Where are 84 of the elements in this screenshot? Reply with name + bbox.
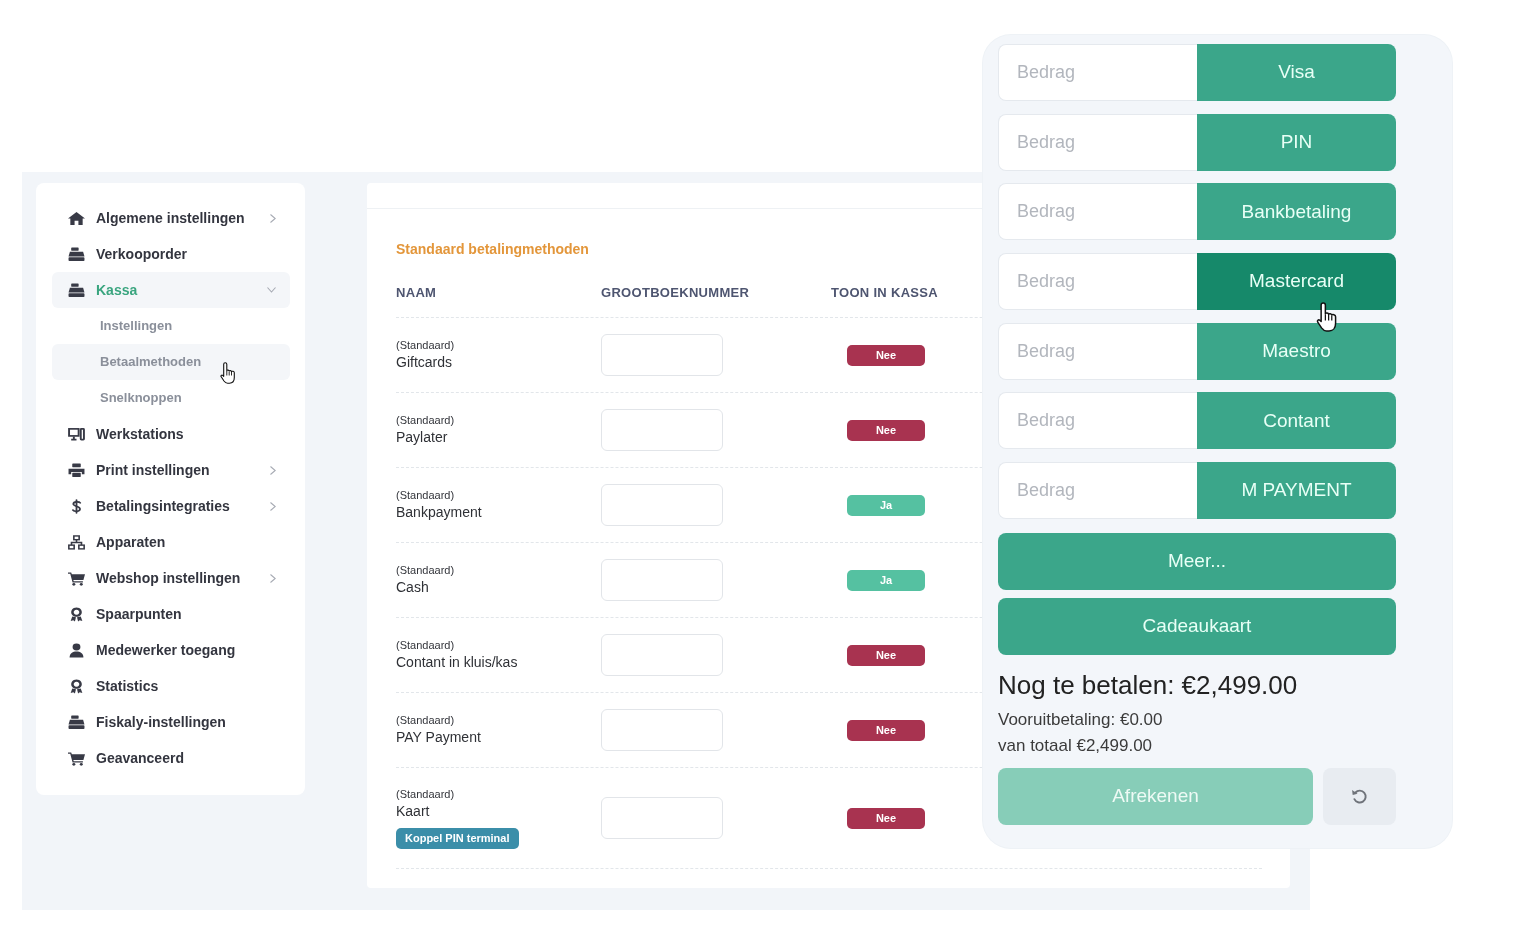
- sidebar-item[interactable]: Verkooporder: [52, 236, 290, 272]
- status-badge: Nee: [847, 344, 925, 366]
- sidebar-item[interactable]: Fiskaly-instellingen: [52, 704, 290, 740]
- sidebar-subitem[interactable]: Snelknoppen: [52, 380, 290, 416]
- sidebar-item[interactable]: Statistics: [52, 668, 290, 704]
- sidebar-item[interactable]: Werkstations: [52, 416, 290, 452]
- cart-icon: [68, 570, 85, 586]
- status-badge: Nee: [847, 644, 925, 666]
- user-icon: [68, 642, 85, 658]
- amount-due-text: Nog te betalen: €2,499.00: [998, 669, 1298, 702]
- status-badge: Ja: [847, 494, 925, 516]
- circular-arrow-icon: [1350, 788, 1369, 806]
- sidebar-item[interactable]: Algemene instellingen: [52, 200, 290, 236]
- monitor-icon: [68, 426, 85, 442]
- status-badge: Ja: [847, 569, 925, 591]
- total-text: van totaal €2,499.00: [998, 735, 1153, 758]
- payment-method-button[interactable]: Mastercard: [1197, 253, 1396, 311]
- payment-method-button[interactable]: Bankbetaling: [1197, 183, 1396, 241]
- sidebar-item[interactable]: Apparaten: [52, 524, 290, 560]
- column-header: TOON IN KASSA: [831, 284, 938, 300]
- sidebar-item[interactable]: Betalingsintegraties: [52, 488, 290, 524]
- method-name: PAY Payment: [396, 728, 481, 747]
- status-badge: Nee: [847, 419, 925, 441]
- more-button[interactable]: Meer...: [998, 533, 1396, 591]
- default-label: (Standaard): [396, 563, 455, 577]
- cash-register-icon: [68, 282, 85, 298]
- payment-method-button[interactable]: Contant: [1197, 392, 1396, 450]
- status-badge: Nee: [847, 719, 925, 741]
- ledger-input[interactable]: [601, 797, 723, 839]
- sidebar-item[interactable]: Geavanceerd: [52, 740, 290, 776]
- hand-cursor-icon: [220, 362, 236, 384]
- giftcard-button[interactable]: Cadeaukaart: [998, 598, 1396, 656]
- payment-method-button[interactable]: PIN: [1197, 113, 1396, 171]
- amount-input[interactable]: Bedrag: [998, 253, 1197, 311]
- cart-icon: [68, 750, 85, 766]
- sitemap-icon: [68, 534, 85, 550]
- pin-terminal-button[interactable]: Koppel PIN terminal: [396, 828, 519, 849]
- amount-input[interactable]: Bedrag: [998, 113, 1197, 171]
- sidebar-item[interactable]: Kassa: [52, 272, 290, 308]
- sidebar-subitem[interactable]: Instellingen: [52, 308, 290, 344]
- sidebar-item[interactable]: Medewerker toegang: [52, 632, 290, 668]
- award-icon: [68, 678, 85, 694]
- default-label: (Standaard): [396, 713, 455, 727]
- default-label: (Standaard): [396, 338, 455, 352]
- amount-input[interactable]: Bedrag: [998, 392, 1197, 450]
- cash-register-icon: [68, 714, 85, 730]
- home-icon: [68, 210, 85, 226]
- cash-register-icon: [68, 246, 85, 262]
- amount-input[interactable]: Bedrag: [998, 183, 1197, 241]
- method-name: Giftcards: [396, 353, 452, 372]
- payment-method-button[interactable]: Maestro: [1197, 322, 1396, 380]
- printer-icon: [68, 462, 85, 478]
- method-name: Paylater: [396, 428, 448, 447]
- payment-method-button[interactable]: Visa: [1197, 44, 1396, 101]
- award-icon: [68, 606, 85, 622]
- status-badge: Nee: [847, 807, 925, 829]
- sidebar-subitem[interactable]: Betaalmethoden: [52, 344, 290, 380]
- column-header: GROOTBOEKNUMMER: [601, 284, 750, 300]
- default-label: (Standaard): [396, 488, 455, 502]
- payment-method-button[interactable]: M PAYMENT: [1197, 462, 1396, 520]
- section-title: Standaard betalingmethoden: [396, 240, 589, 259]
- ledger-input[interactable]: [601, 409, 723, 451]
- method-name: Contant in kluis/kas: [396, 653, 518, 672]
- prepayment-text: Vooruitbetaling: €0.00: [998, 709, 1163, 732]
- ledger-input[interactable]: [601, 634, 723, 676]
- ledger-input[interactable]: [601, 709, 723, 751]
- default-label: (Standaard): [396, 787, 455, 801]
- sidebar-item[interactable]: Webshop instellingen: [52, 560, 290, 596]
- amount-input[interactable]: Bedrag: [998, 44, 1197, 101]
- amount-input[interactable]: Bedrag: [998, 462, 1197, 520]
- method-name: Bankpayment: [396, 503, 482, 522]
- sidebar-item[interactable]: Spaarpunten: [52, 596, 290, 632]
- default-label: (Standaard): [396, 413, 455, 427]
- default-label: (Standaard): [396, 638, 455, 652]
- reset-button[interactable]: [1323, 768, 1396, 826]
- sidebar-item[interactable]: Print instellingen: [52, 452, 290, 488]
- method-name: Kaart: [396, 802, 430, 821]
- ledger-input[interactable]: [601, 559, 723, 601]
- ledger-input[interactable]: [601, 334, 723, 376]
- hand-cursor-icon: [1316, 302, 1338, 333]
- amount-input[interactable]: Bedrag: [998, 322, 1197, 380]
- ledger-input[interactable]: [601, 484, 723, 526]
- method-name: Cash: [396, 578, 429, 597]
- column-header: NAAM: [396, 284, 437, 300]
